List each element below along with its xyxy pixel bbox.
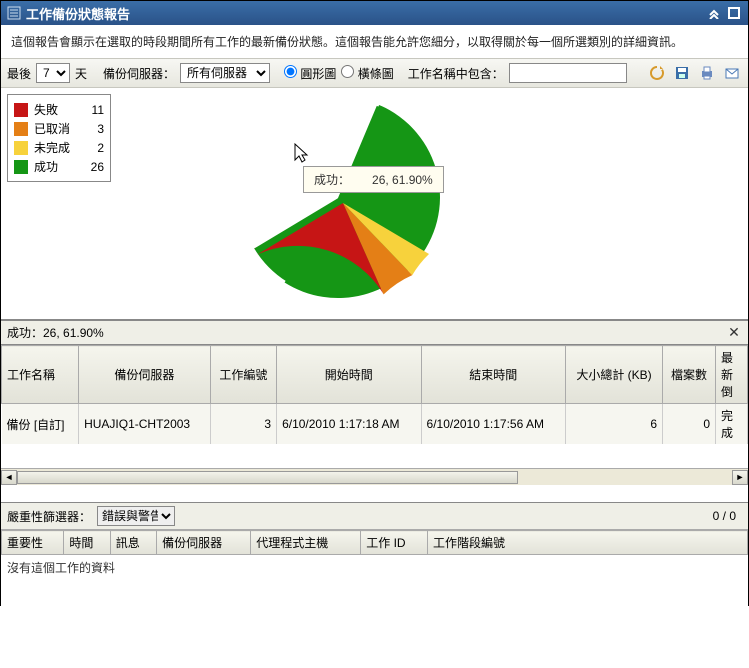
- name-contains-input[interactable]: [509, 63, 627, 83]
- col-last[interactable]: 最新倒: [716, 346, 748, 404]
- horizontal-scrollbar[interactable]: ◄ ►: [1, 468, 748, 485]
- report-icon: [7, 6, 21, 20]
- col-time[interactable]: 時間: [64, 531, 110, 555]
- swatch-cancelled: [14, 122, 28, 136]
- col-end[interactable]: 結束時間: [421, 346, 565, 404]
- col-job-name[interactable]: 工作名稱: [2, 346, 79, 404]
- col-jobid[interactable]: 工作 ID: [361, 531, 428, 555]
- chart-tooltip: 成功：26, 61.90%: [303, 166, 444, 193]
- days-select[interactable]: 7: [36, 63, 70, 83]
- severity-label: 嚴重性篩選器：: [7, 508, 91, 525]
- severity-select[interactable]: 錯誤與警告: [97, 506, 175, 526]
- save-icon[interactable]: [672, 63, 692, 83]
- last-label: 最後: [7, 65, 31, 82]
- refresh-icon[interactable]: [647, 63, 667, 83]
- swatch-fail: [14, 103, 28, 117]
- col-server[interactable]: 備份伺服器: [79, 346, 211, 404]
- server-label: 備份伺服器：: [103, 65, 175, 82]
- scroll-right-button[interactable]: ►: [732, 470, 748, 485]
- pie-chart[interactable]: [233, 96, 453, 313]
- col-session[interactable]: 工作階段編號: [428, 531, 748, 555]
- chart-type-pie[interactable]: 圓形圖: [284, 65, 336, 82]
- swatch-incomplete: [14, 141, 28, 155]
- collapse-button[interactable]: [706, 5, 722, 21]
- legend: 失敗11 已取消3 未完成2 成功26: [7, 94, 111, 182]
- scroll-left-button[interactable]: ◄: [1, 470, 17, 485]
- report-description: 這個報告會顯示在選取的時段期間所有工作的最新備份狀態。這個報告能允許您細分，以取…: [1, 25, 748, 58]
- col-jobno[interactable]: 工作編號: [210, 346, 276, 404]
- severity-filter-bar: 嚴重性篩選器： 錯誤與警告 0 / 0: [1, 503, 748, 530]
- col-files[interactable]: 檔案數: [663, 346, 716, 404]
- col-severity[interactable]: 重要性: [2, 531, 64, 555]
- scroll-track[interactable]: [17, 470, 732, 485]
- col-bkserver[interactable]: 備份伺服器: [157, 531, 251, 555]
- close-details-button[interactable]: ✕: [726, 324, 742, 341]
- legend-item[interactable]: 未完成2: [14, 139, 104, 156]
- name-contains-label: 工作名稱中包含：: [408, 65, 504, 82]
- window-title: 工作備份狀態報告: [26, 4, 130, 23]
- details-header: 成功：26, 61.90% ✕: [1, 320, 748, 345]
- col-size[interactable]: 大小總計 (KB): [565, 346, 662, 404]
- chart-area: 失敗11 已取消3 未完成2 成功26 成功：26, 61.90%: [1, 88, 748, 320]
- print-icon[interactable]: [697, 63, 717, 83]
- mail-icon[interactable]: [722, 63, 742, 83]
- messages-table: 重要性 時間 訊息 備份伺服器 代理程式主機 工作 ID 工作階段編號: [1, 530, 748, 555]
- col-agent[interactable]: 代理程式主機: [251, 531, 361, 555]
- severity-count: 0 / 0: [713, 509, 736, 523]
- titlebar: 工作備份狀態報告: [1, 1, 748, 25]
- details-title: 成功：26, 61.90%: [7, 324, 104, 341]
- chart-type-bar[interactable]: 橫條圖: [341, 65, 393, 82]
- legend-item[interactable]: 已取消3: [14, 120, 104, 137]
- col-message[interactable]: 訊息: [110, 531, 156, 555]
- scroll-thumb[interactable]: [17, 471, 518, 484]
- days-unit: 天: [75, 65, 87, 82]
- no-data-text: 沒有這個工作的資料: [1, 555, 748, 580]
- pie-radio[interactable]: [284, 65, 297, 78]
- col-start[interactable]: 開始時間: [277, 346, 421, 404]
- close-button[interactable]: [726, 5, 742, 21]
- bar-radio[interactable]: [341, 65, 354, 78]
- toolbar: 最後 7 天 備份伺服器： 所有伺服器 圓形圖 橫條圖 工作名稱中包含：: [1, 58, 748, 88]
- legend-item[interactable]: 失敗11: [14, 101, 104, 118]
- jobs-table: 工作名稱 備份伺服器 工作編號 開始時間 結束時間 大小總計 (KB) 檔案數 …: [1, 345, 748, 444]
- server-select[interactable]: 所有伺服器: [180, 63, 270, 83]
- table-row[interactable]: 備份 [自訂] HUAJIQ1-CHT2003 3 6/10/2010 1:17…: [2, 404, 748, 445]
- swatch-success: [14, 160, 28, 174]
- legend-item[interactable]: 成功26: [14, 158, 104, 175]
